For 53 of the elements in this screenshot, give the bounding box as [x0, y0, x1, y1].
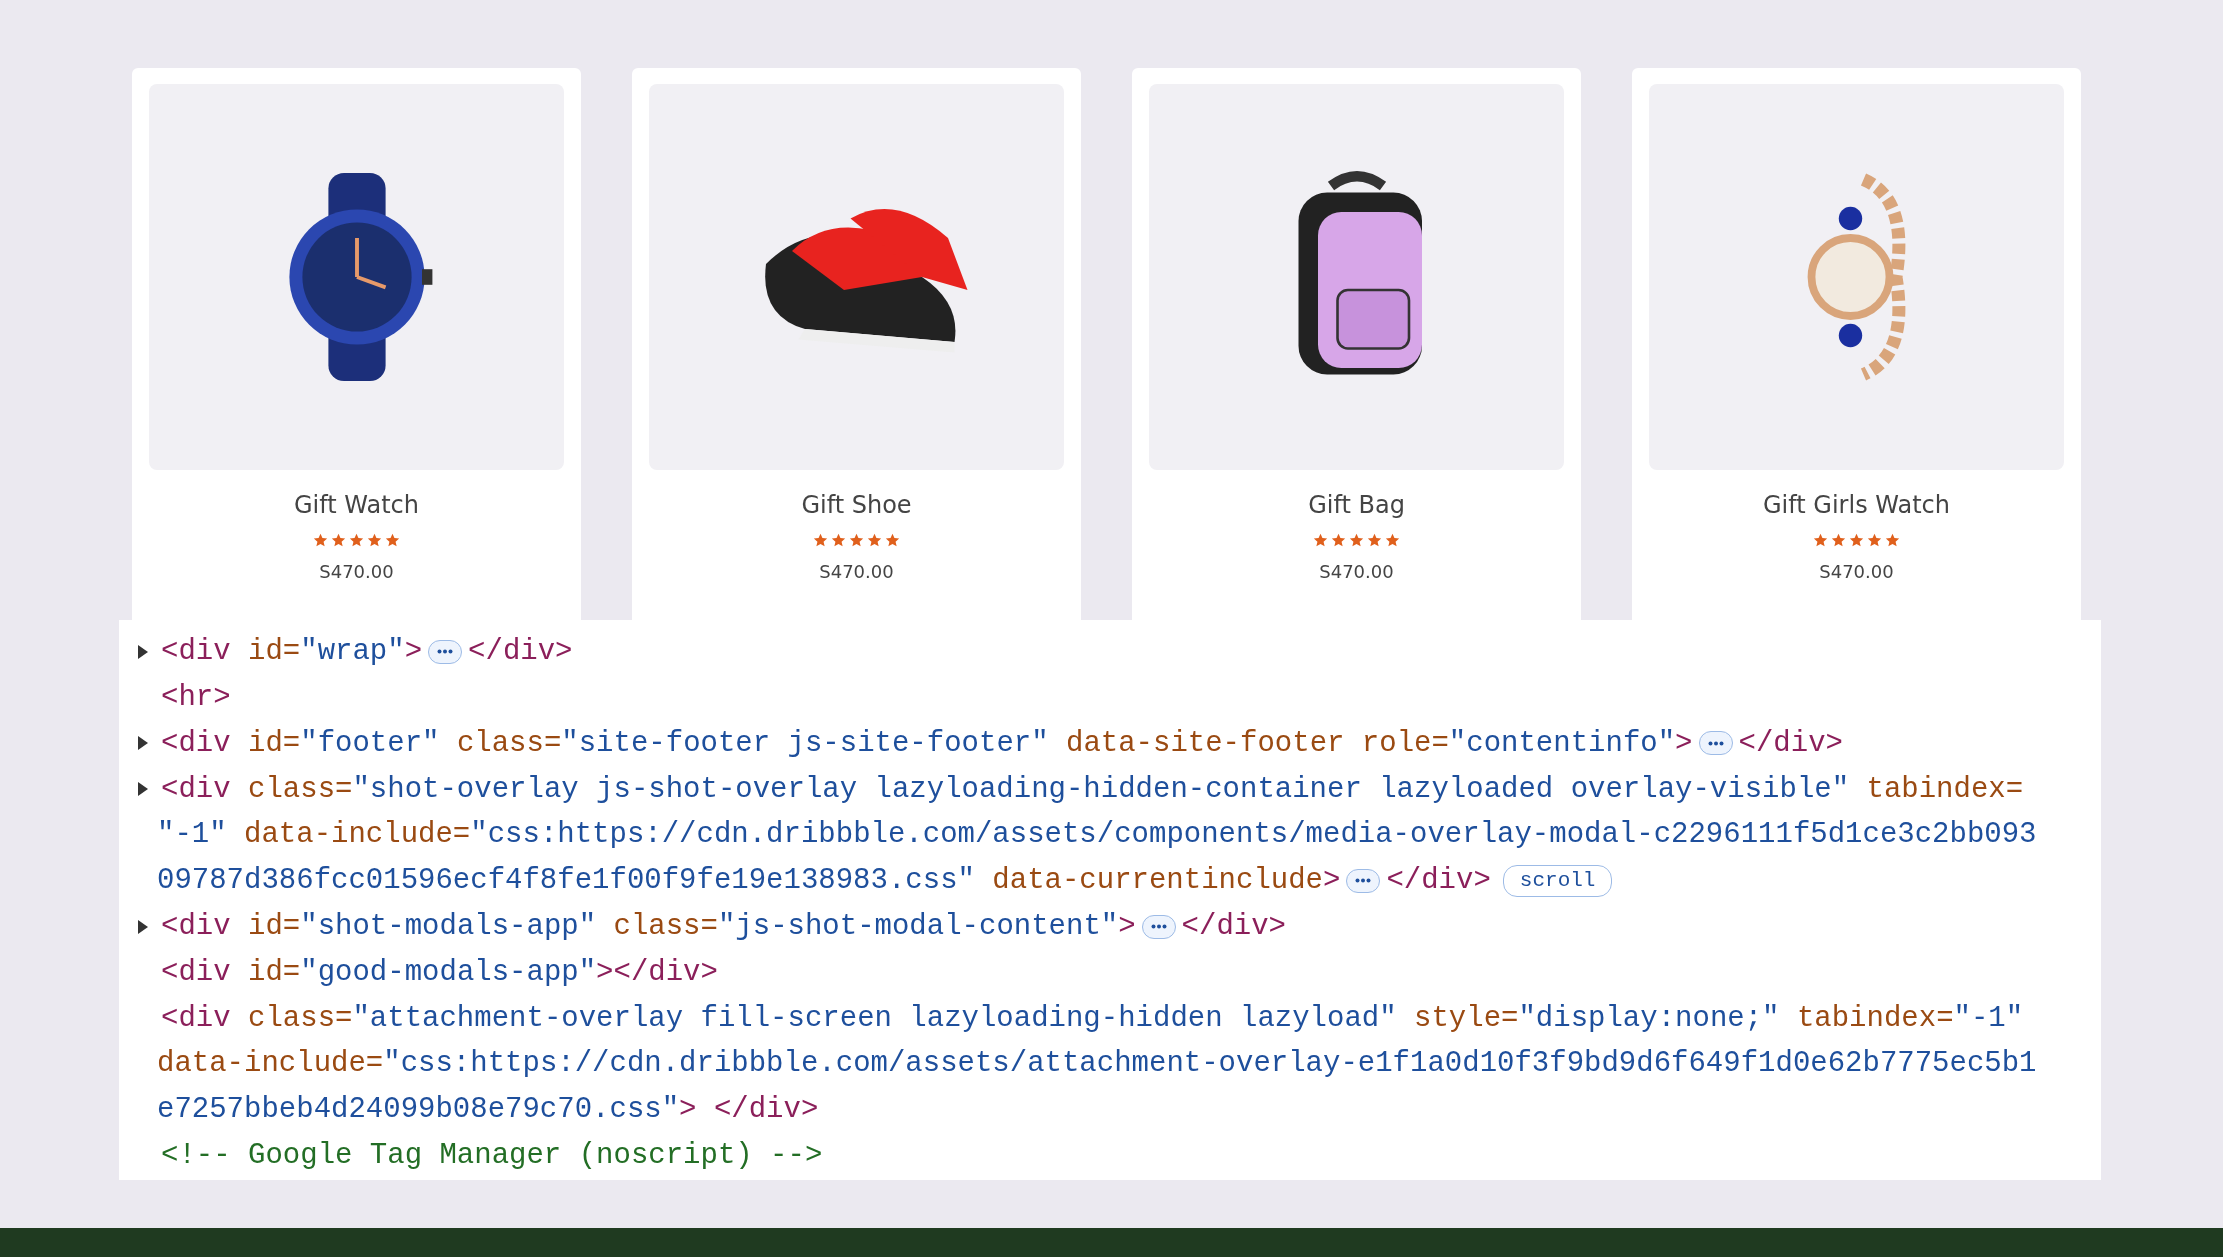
code-text: </div> [1738, 725, 1843, 762]
product-name: Gift Watch [293, 490, 420, 521]
star-icon [867, 533, 882, 549]
product-price: S470.00 [319, 560, 394, 585]
code-text: </div> [1181, 908, 1287, 945]
ellipsis-icon [1355, 878, 1372, 884]
code-text: data-include="css:https://cdn.dribbble.com/assets/attachment-overlay-e1f1a0d10f3f9bd9d6f649f1d0e62b7775ec5b1 [157, 1046, 2037, 1083]
star-icon [1313, 533, 1328, 549]
code-text: <div id="shot-modals-app" class="js-shot-modal-content"> [161, 908, 1136, 945]
code-text: 09787d386fcc01596ecf4f8fe1f00f9fe19e138983.css" data-currentinclude> [157, 863, 1341, 900]
code-text: </div> [1386, 863, 1491, 900]
star-icon [313, 533, 328, 549]
star-icon [1331, 533, 1346, 549]
code-text: </div> [468, 634, 573, 671]
star-icon [1831, 533, 1846, 549]
star-icon [1867, 533, 1882, 549]
product-price: S470.00 [1319, 560, 1394, 585]
ellipsis-icon [437, 649, 454, 655]
ellipsis-icon [1707, 741, 1724, 746]
star-icon [813, 533, 828, 549]
expand-button[interactable] [1346, 868, 1381, 893]
product-price: S470.00 [1819, 560, 1894, 585]
scroll-badge[interactable]: scroll [1502, 864, 1613, 897]
code-text: "-1" data-include="css:https://cdn.dribbble.com/assets/components/media-overlay-modal-c2296111f5d1ce3c2bb093 [157, 817, 2037, 854]
ellipsis-icon [1150, 924, 1167, 930]
code-text: <div id="good-modals-app"></div> [161, 954, 718, 991]
star-icon [1385, 533, 1400, 549]
code-text: <div class="shot-overlay js-shot-overlay lazyloading-hidden-container lazyloaded overlay-visible" tabindex= [161, 771, 2024, 808]
star-icon [331, 533, 346, 549]
code-text: <div id="wrap"> [161, 634, 423, 671]
star-icon [1367, 533, 1382, 549]
html-comment: <!-- Google Tag Manager (noscript) --> [161, 1137, 823, 1174]
expand-button[interactable] [428, 639, 463, 664]
star-icon [1885, 533, 1900, 549]
code-text: <hr> [161, 679, 231, 716]
star-icon [367, 533, 382, 549]
star-icon [1813, 533, 1828, 549]
star-icon [831, 533, 846, 549]
star-icon [849, 533, 864, 549]
star-icon [349, 533, 364, 549]
code-text: <div id="footer" class="site-footer js-site-footer" data-site-footer role="contentinfo"> [161, 725, 1693, 762]
star-icon [1349, 533, 1364, 549]
expand-button[interactable] [1698, 731, 1733, 756]
product-name: Gift Girls Watch [1763, 490, 1950, 521]
code-text: <div class="attachment-overlay fill-screen lazyloading-hidden lazyload" style="display:none;" tabindex="-1" [161, 1000, 2024, 1037]
star-icon [1849, 533, 1864, 549]
product-name: Gift Bag [1308, 490, 1405, 521]
expand-button[interactable] [1141, 914, 1176, 939]
star-icon [385, 533, 400, 549]
product-price: S470.00 [819, 560, 894, 585]
star-icon [885, 533, 900, 549]
code-text: e7257bbeb4d24099b08e79c70.css"> </div> [157, 1092, 819, 1129]
product-name: Gift Shoe [801, 490, 912, 521]
